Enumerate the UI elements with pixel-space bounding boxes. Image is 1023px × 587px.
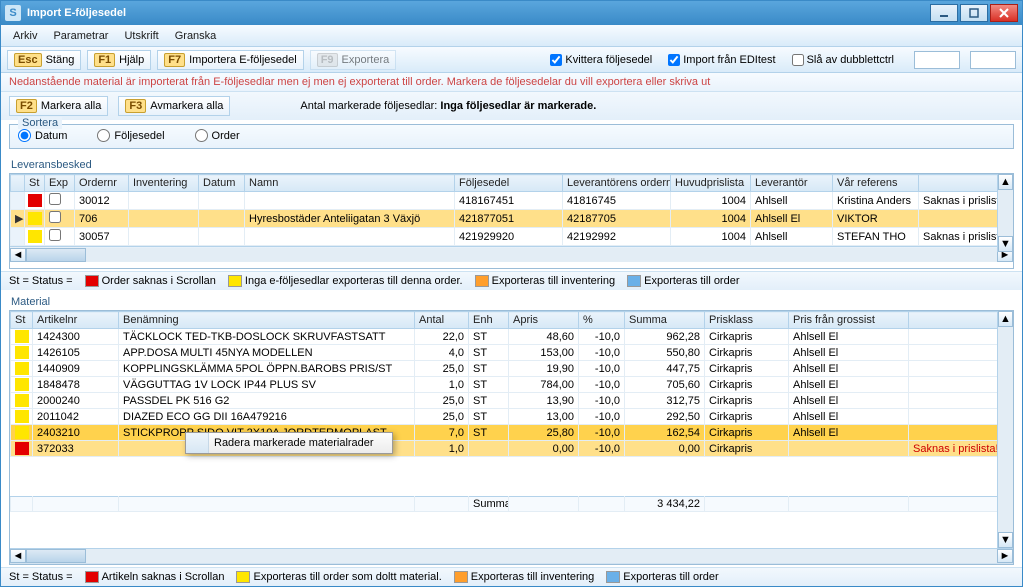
- sort-foljesedel[interactable]: Följesedel: [97, 129, 164, 142]
- mark-count-msg: Antal markerade följesedlar: Inga följes…: [300, 100, 596, 112]
- lev-col[interactable]: Exp: [45, 175, 75, 192]
- lev-col[interactable]: Huvudprislista: [671, 175, 751, 192]
- menu-arkiv[interactable]: Arkiv: [5, 27, 45, 45]
- lev-statusbar: St = Status = Order saknas i Scrollan In…: [1, 271, 1022, 290]
- menu-granska[interactable]: Granska: [167, 27, 225, 45]
- window-title: Import E-följesedel: [27, 7, 928, 19]
- menu-parametrar[interactable]: Parametrar: [45, 27, 116, 45]
- chk-kvittera[interactable]: Kvittera följesedel: [550, 54, 652, 66]
- lev-col[interactable]: Leverantörens ordernr: [563, 175, 671, 192]
- app-window: S Import E-följesedel Arkiv Parametrar U…: [0, 0, 1023, 587]
- table-row[interactable]: 1440909KOPPLINGSKLÄMMA 5POL ÖPPN.BAROBS …: [11, 361, 1013, 377]
- table-row[interactable]: 2403210STICKPROPP SIDO VIT 2X10A JORDTER…: [11, 425, 1013, 441]
- help-action[interactable]: F1Hjälp: [87, 50, 151, 70]
- sort-legend: Sortera: [18, 117, 62, 129]
- chk-dubblett[interactable]: Slå av dubblettctrl: [792, 54, 894, 66]
- table-row[interactable]: 30012418167451418167451004AhlsellKristin…: [11, 192, 1013, 210]
- lev-col[interactable]: Datum: [199, 175, 245, 192]
- mat-col[interactable]: Benämning: [119, 312, 415, 329]
- unmark-all[interactable]: F3Avmarkera alla: [118, 96, 230, 116]
- sort-order[interactable]: Order: [195, 129, 240, 142]
- mat-vscroll[interactable]: ▲▼: [997, 311, 1013, 548]
- mat-col[interactable]: Apris: [509, 312, 579, 329]
- mat-col[interactable]: %: [579, 312, 625, 329]
- minimize-button[interactable]: [930, 4, 958, 22]
- table-row[interactable]: 1424300TÄCKLOCK TED-TKB-DOSLOCK SKRUVFAS…: [11, 329, 1013, 345]
- lev-col[interactable]: Leverantör: [751, 175, 833, 192]
- close-button[interactable]: [990, 4, 1018, 22]
- lev-grid[interactable]: StExpOrdernrInventeringDatumNamnFöljesed…: [9, 173, 1014, 269]
- export-action[interactable]: F9Exportera: [310, 50, 397, 70]
- mark-toolbar: F2Markera alla F3Avmarkera alla Antal ma…: [1, 92, 1022, 120]
- context-menu[interactable]: Radera markerade materialrader: [185, 432, 393, 454]
- sort-datum[interactable]: Datum: [18, 129, 67, 142]
- ctx-delete-rows[interactable]: Radera markerade materialrader: [214, 437, 374, 449]
- dubblett-input-2[interactable]: [970, 51, 1016, 69]
- mat-col[interactable]: Summa: [625, 312, 705, 329]
- mat-col[interactable]: Prisklass: [705, 312, 789, 329]
- lev-vscroll[interactable]: ▲▼: [997, 174, 1013, 252]
- lev-col[interactable]: Inventering: [129, 175, 199, 192]
- mat-legend: Material: [11, 296, 1022, 308]
- info-text: Nedanstående material är importerat från…: [1, 73, 1022, 92]
- lev-legend: Leveransbesked: [11, 159, 1022, 171]
- lev-col[interactable]: Följesedel: [455, 175, 563, 192]
- lev-hscroll[interactable]: ◄►: [10, 246, 1013, 262]
- mat-statusbar: St = Status = Artikeln saknas i Scrollan…: [1, 567, 1022, 586]
- table-row[interactable]: 30057421929920421929921004AhlsellSTEFAN …: [11, 228, 1013, 246]
- import-action[interactable]: F7Importera E-följesedel: [157, 50, 303, 70]
- sort-group: Sortera Datum Följesedel Order: [9, 124, 1014, 149]
- app-icon: S: [5, 5, 21, 21]
- mat-col[interactable]: Enh: [469, 312, 509, 329]
- mat-grid[interactable]: StArtikelnrBenämningAntalEnhApris%SummaP…: [9, 310, 1014, 565]
- menu-utskrift[interactable]: Utskrift: [116, 27, 166, 45]
- mark-all[interactable]: F2Markera alla: [9, 96, 108, 116]
- table-row[interactable]: 1848478VÄGGUTTAG 1V LOCK IP44 PLUS SV1,0…: [11, 377, 1013, 393]
- maximize-button[interactable]: [960, 4, 988, 22]
- menubar: Arkiv Parametrar Utskrift Granska: [1, 25, 1022, 47]
- close-action[interactable]: EscStäng: [7, 50, 81, 70]
- mat-hscroll[interactable]: ◄►: [10, 548, 1013, 564]
- lev-col[interactable]: Vår referens: [833, 175, 919, 192]
- toolbar: EscStäng F1Hjälp F7Importera E-följesede…: [1, 47, 1022, 73]
- titlebar[interactable]: S Import E-följesedel: [1, 1, 1022, 25]
- lev-col[interactable]: Ordernr: [75, 175, 129, 192]
- lev-col[interactable]: St: [25, 175, 45, 192]
- table-row[interactable]: 3720331,00,00-10,00,00CirkaprisSaknas i …: [11, 441, 1013, 457]
- table-row[interactable]: 2000240PASSDEL PK 516 G225,0ST13,90-10,0…: [11, 393, 1013, 409]
- mat-col[interactable]: Antal: [415, 312, 469, 329]
- table-row[interactable]: 2011042DIAZED ECO GG DII 16A47921625,0ST…: [11, 409, 1013, 425]
- dubblett-input-1[interactable]: [914, 51, 960, 69]
- chk-import-editest[interactable]: Import från EDItest: [668, 54, 775, 66]
- mat-col[interactable]: Artikelnr: [33, 312, 119, 329]
- mat-col[interactable]: St: [11, 312, 33, 329]
- table-row[interactable]: 1426105APP.DOSA MULTI 45NYA MODELLEN4,0S…: [11, 345, 1013, 361]
- lev-col[interactable]: Namn: [245, 175, 455, 192]
- mat-col[interactable]: Pris från grossist: [789, 312, 909, 329]
- table-row[interactable]: ▶706Hyresbostäder Anteliigatan 3 Växjö42…: [11, 210, 1013, 228]
